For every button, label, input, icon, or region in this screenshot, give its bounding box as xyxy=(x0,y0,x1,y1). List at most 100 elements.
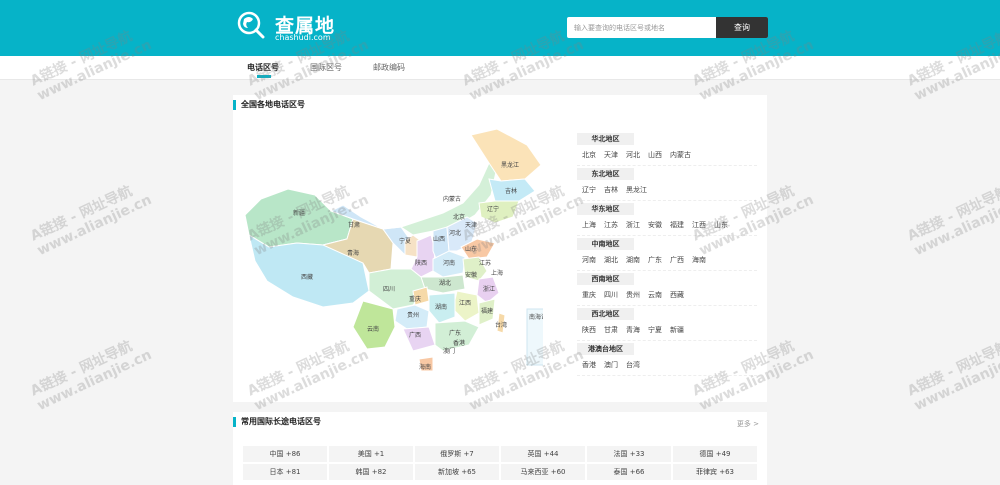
region-heading: 西北地区 xyxy=(577,308,634,320)
watermark: A链接 - 网址导航 www.alianjie.cn xyxy=(905,183,1000,260)
intl-code-link[interactable]: 中国 +86 xyxy=(243,446,327,462)
active-tab-indicator xyxy=(257,75,271,78)
intl-code-link[interactable]: 菲律宾 +63 xyxy=(673,464,757,480)
map-label: 内蒙古 xyxy=(443,195,461,203)
map-yunnan[interactable] xyxy=(352,300,396,350)
intl-code-link[interactable]: 泰国 +66 xyxy=(587,464,671,480)
province-link[interactable]: 河北 xyxy=(626,150,640,160)
province-link[interactable]: 广西 xyxy=(670,255,684,265)
region-group: 西南地区 重庆 四川 贵州 云南 西藏 xyxy=(577,271,757,306)
province-link[interactable]: 重庆 xyxy=(582,290,596,300)
intl-code-link[interactable]: 日本 +81 xyxy=(243,464,327,480)
map-label: 河北 xyxy=(449,229,461,237)
province-link[interactable]: 云南 xyxy=(648,290,662,300)
province-link[interactable]: 辽宁 xyxy=(582,185,596,195)
province-link[interactable]: 内蒙古 xyxy=(670,150,691,160)
province-link[interactable]: 青海 xyxy=(626,325,640,335)
search-box: 查询 xyxy=(567,17,768,38)
watermark: A链接 - 网址导航 www.alianjie.cn xyxy=(905,338,1000,415)
intl-code-link[interactable]: 新加坡 +65 xyxy=(415,464,499,480)
province-link[interactable]: 澳门 xyxy=(604,360,618,370)
province-link[interactable]: 江西 xyxy=(692,220,706,230)
province-link[interactable]: 山东 xyxy=(714,220,728,230)
tab-postal-code[interactable]: 邮政编码 xyxy=(373,62,405,73)
map-label: 陕西 xyxy=(415,259,427,267)
province-link[interactable]: 山西 xyxy=(648,150,662,160)
more-link[interactable]: 更多 > xyxy=(737,419,759,429)
site-logo[interactable]: 查属地 chashudi.com xyxy=(237,8,367,48)
intl-code-link[interactable]: 韩国 +82 xyxy=(329,464,413,480)
province-link[interactable]: 黑龙江 xyxy=(626,185,647,195)
map-label: 贵州 xyxy=(407,311,419,319)
map-label: 青海 xyxy=(347,249,359,257)
province-link[interactable]: 广东 xyxy=(648,255,662,265)
map-label: 天津 xyxy=(465,222,477,229)
map-label: 重庆 xyxy=(409,295,421,303)
section-title: 常用国际长途电话区号 xyxy=(233,417,321,427)
region-heading: 东北地区 xyxy=(577,168,634,180)
intl-code-link[interactable]: 美国 +1 xyxy=(329,446,413,462)
search-button[interactable]: 查询 xyxy=(716,17,768,38)
province-link[interactable]: 天津 xyxy=(604,150,618,160)
region-group: 东北地区辽宁 吉林 黑龙江 xyxy=(577,166,757,201)
province-link[interactable]: 湖南 xyxy=(626,255,640,265)
watermark: A链接 - 网址导航 www.alianjie.cn xyxy=(28,338,155,415)
intl-code-link[interactable]: 法国 +33 xyxy=(587,446,671,462)
map-label: 吉林 xyxy=(505,187,517,195)
region-items: 重庆 四川 贵州 云南 西藏 xyxy=(582,290,692,300)
intl-code-grid: 中国 +86 美国 +1 俄罗斯 +7 英国 +44 法国 +33 德国 +49 日本 +8… xyxy=(243,446,757,480)
region-items: 上海 江苏 浙江 安徽 福建 江西 山东 xyxy=(582,220,736,230)
map-neimenggu[interactable] xyxy=(382,162,498,236)
province-link[interactable]: 江苏 xyxy=(604,220,618,230)
map-label: 上海 xyxy=(491,269,503,277)
map-label: 江苏 xyxy=(479,259,491,267)
intl-code-link[interactable]: 马来西亚 +60 xyxy=(501,464,585,480)
province-link[interactable]: 上海 xyxy=(582,220,596,230)
map-label: 广西 xyxy=(409,331,421,339)
province-link[interactable]: 海南 xyxy=(692,255,706,265)
intl-code-link[interactable]: 俄罗斯 +7 xyxy=(415,446,499,462)
map-label: 辽宁 xyxy=(487,205,499,213)
region-list: 华北地区 北京 天津 河北 山西 内蒙古 东北地区 辽宁 吉林 黑龙江 华东地区 上海 江苏 浙江 安徽 福建… xyxy=(577,131,757,376)
nav-bar: 电话区号 国际区号 邮政编码 xyxy=(0,56,1000,80)
map-guangxi[interactable] xyxy=(402,326,436,352)
province-link[interactable]: 吉林 xyxy=(604,185,618,195)
region-heading: 港澳台地区 xyxy=(577,343,634,355)
map-label: 山东 xyxy=(465,245,477,253)
intl-code-link[interactable]: 英国 +44 xyxy=(501,446,585,462)
logo-domain: chashudi.com xyxy=(275,33,331,42)
province-link[interactable]: 河南 xyxy=(582,255,596,265)
tab-area-code[interactable]: 电话区号 xyxy=(247,62,279,73)
watermark: A链接 - 网址导航 www.alianjie.cn xyxy=(28,183,155,260)
province-link[interactable]: 安徽 xyxy=(648,220,662,230)
province-link[interactable]: 陕西 xyxy=(582,325,596,335)
map-label: 四川 xyxy=(383,286,395,293)
province-link[interactable]: 甘肃 xyxy=(604,325,618,335)
intl-code-link[interactable]: 德国 +49 xyxy=(673,446,757,462)
map-label: 云南 xyxy=(367,325,379,333)
province-link[interactable]: 香港 xyxy=(582,360,596,370)
province-link[interactable]: 台湾 xyxy=(626,360,640,370)
map-heilongjiang[interactable] xyxy=(470,128,542,182)
province-link[interactable]: 贵州 xyxy=(626,290,640,300)
province-link[interactable]: 西藏 xyxy=(670,290,684,300)
map-label: 湖南 xyxy=(435,303,447,311)
province-link[interactable]: 新疆 xyxy=(670,325,684,335)
province-link[interactable]: 宁夏 xyxy=(648,325,662,335)
map-label: 广东 xyxy=(449,329,461,337)
map-label: 浙江 xyxy=(483,285,495,293)
map-label: 澳门 xyxy=(443,347,455,355)
province-link[interactable]: 四川 xyxy=(604,290,618,300)
province-link[interactable]: 浙江 xyxy=(626,220,640,230)
china-map[interactable]: 黑龙江 吉林 辽宁 内蒙古 新疆 甘肃 北京 天津 河北 山西 宁夏 青海 陕西… xyxy=(243,123,543,373)
domestic-section: 全国各地电话区号 黑龙江 吉林 辽宁 内蒙古 新疆 甘肃 北京 天津 河北 山西… xyxy=(233,95,767,402)
province-link[interactable]: 北京 xyxy=(582,150,596,160)
region-items: 辽宁 吉林 黑龙江 xyxy=(582,185,655,195)
region-items: 北京 天津 河北 山西 内蒙古 xyxy=(582,150,699,160)
tab-international-code[interactable]: 国际区号 xyxy=(310,62,342,73)
province-link[interactable]: 湖北 xyxy=(604,255,618,265)
province-link[interactable]: 福建 xyxy=(670,220,684,230)
map-xinjiang[interactable] xyxy=(244,188,354,248)
map-label: 河南 xyxy=(443,259,455,267)
search-input[interactable] xyxy=(567,17,717,38)
